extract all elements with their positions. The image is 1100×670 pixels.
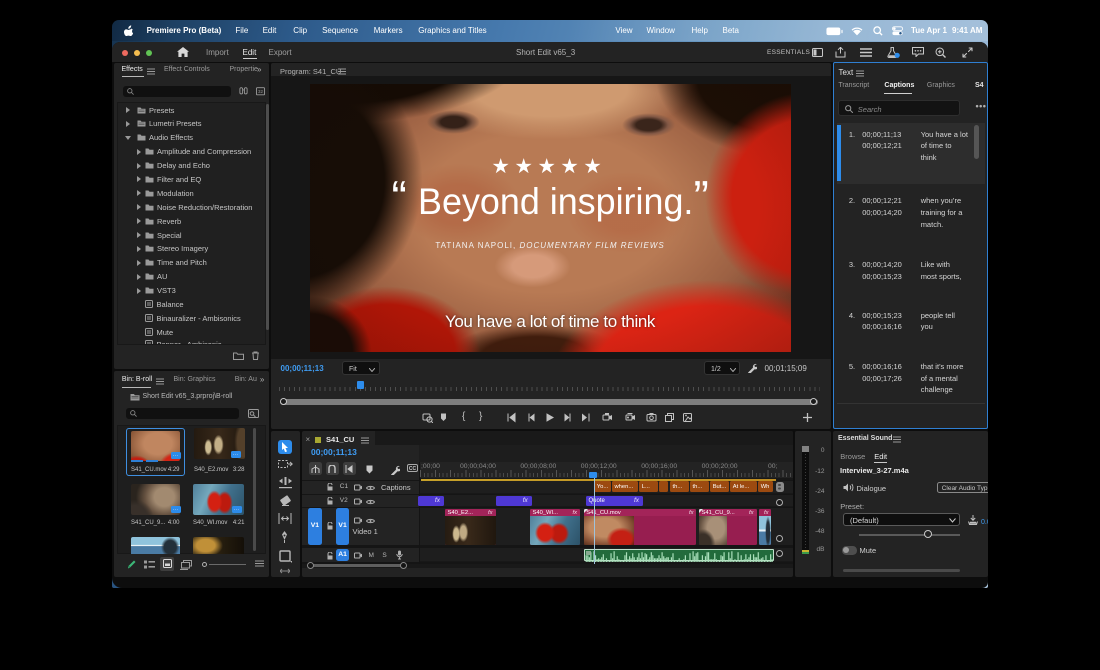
svg-text:32: 32 xyxy=(258,89,264,94)
